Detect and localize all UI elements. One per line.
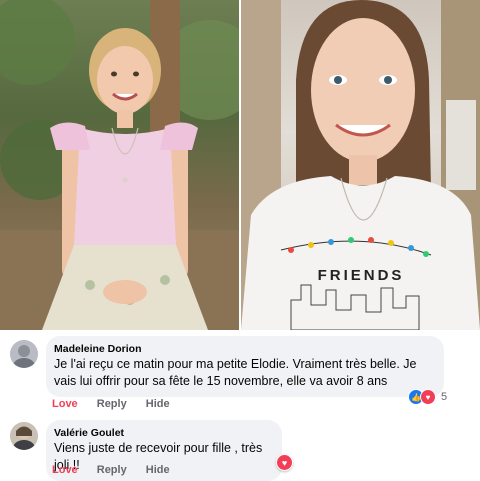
hide-button[interactable]: Hide	[146, 464, 170, 476]
avatar[interactable]	[10, 422, 38, 450]
reactions-summary[interactable]: 👍 ♥ 5	[408, 389, 447, 405]
love-button[interactable]: Love	[52, 398, 78, 410]
girl-in-friends-tshirt-photo[interactable]: FRIENDS	[241, 0, 480, 330]
comment-actions: Love Reply Hide	[52, 398, 186, 410]
photo-strip: FRIENDS	[0, 0, 480, 330]
comment-bubble: Madeleine Dorion Je l'ai reçu ce matin p…	[46, 336, 444, 397]
friends-shirt-text: FRIENDS	[318, 267, 405, 284]
reply-button[interactable]: Reply	[97, 398, 127, 410]
girl-in-pink-top-photo[interactable]	[0, 0, 239, 330]
reaction-count: 5	[441, 391, 448, 403]
comment-author[interactable]: Madeleine Dorion	[54, 342, 434, 356]
heart-reaction-icon[interactable]: ♥	[276, 454, 293, 471]
comment-actions: Love Reply Hide	[52, 464, 186, 476]
heart-icon: ♥	[420, 389, 436, 405]
avatar[interactable]	[10, 340, 38, 368]
love-button[interactable]: Love	[52, 464, 78, 476]
comment-text: Je l'ai reçu ce matin pour ma petite Elo…	[54, 357, 417, 388]
hide-button[interactable]: Hide	[146, 398, 170, 410]
reply-button[interactable]: Reply	[97, 464, 127, 476]
comment-author[interactable]: Valérie Goulet	[54, 426, 272, 440]
